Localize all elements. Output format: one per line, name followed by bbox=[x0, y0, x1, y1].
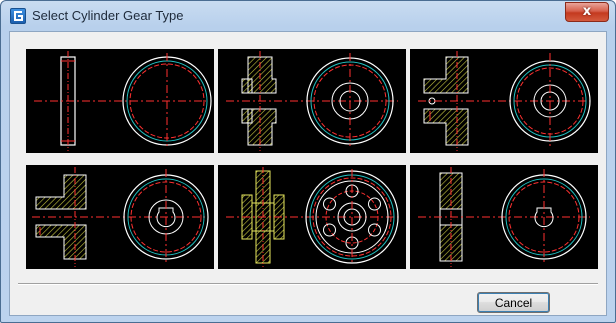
title-bar[interactable]: Select Cylinder Gear Type x bbox=[1, 1, 615, 31]
cancel-button[interactable]: Cancel bbox=[477, 292, 550, 313]
spur-gear-with-hub-recess-icon bbox=[226, 51, 398, 151]
separator-line bbox=[18, 283, 598, 285]
spur-gear-with-side-hub-pin-icon bbox=[418, 51, 591, 151]
webbed-gear-with-holes-icon bbox=[226, 167, 399, 267]
gear-type-4-option[interactable] bbox=[26, 165, 214, 269]
plain-spur-gear-icon bbox=[34, 51, 212, 151]
gear-type-gallery bbox=[17, 41, 598, 281]
dialog-window: Select Cylinder Gear Type x Cancel bbox=[0, 0, 616, 323]
dialog-client-area: Cancel bbox=[9, 31, 607, 316]
gear-type-6-option[interactable] bbox=[410, 165, 598, 269]
gear-type-3-option[interactable] bbox=[410, 49, 598, 153]
gear-type-1-option[interactable] bbox=[26, 49, 214, 153]
spur-gear-with-keyway-icon bbox=[418, 167, 590, 267]
app-icon bbox=[10, 8, 26, 24]
gear-type-5-option[interactable] bbox=[218, 165, 406, 269]
spur-gear-with-side-hub-keyway-icon bbox=[32, 167, 209, 267]
gear-type-2-option[interactable] bbox=[218, 49, 406, 153]
dialog-title: Select Cylinder Gear Type bbox=[32, 8, 184, 23]
close-icon: x bbox=[582, 4, 592, 19]
close-button[interactable]: x bbox=[565, 2, 609, 22]
